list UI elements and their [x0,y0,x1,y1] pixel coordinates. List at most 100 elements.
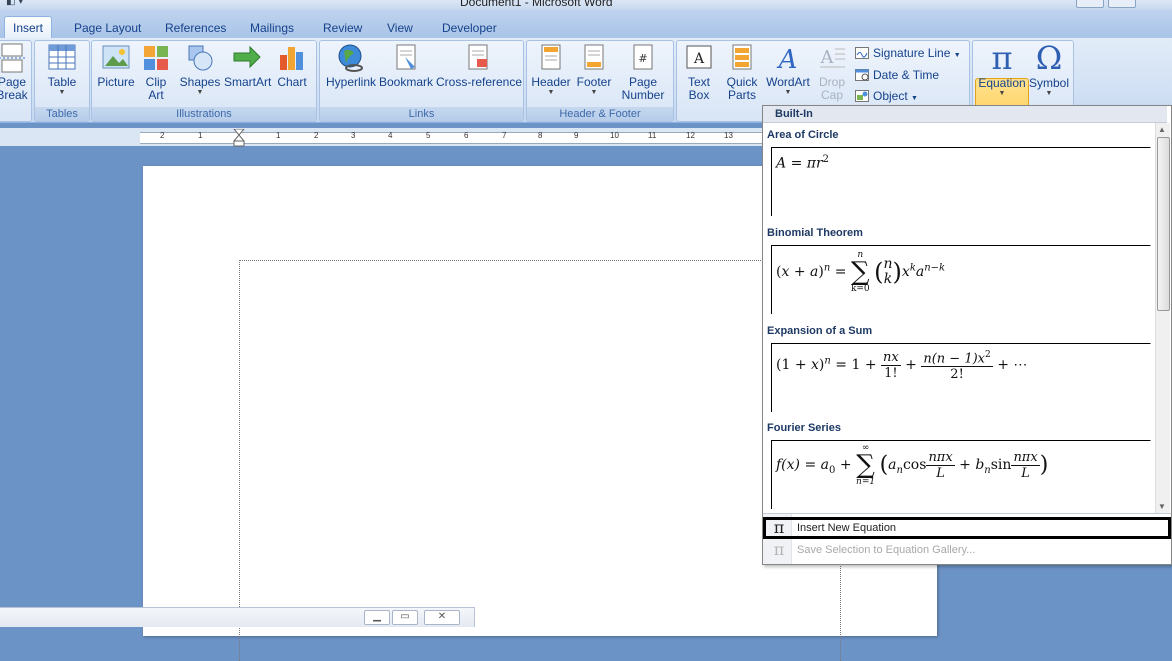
group-links: Hyperlink Bookmark Cross-reference Links [319,40,524,122]
ruler-number: 1 [276,131,281,140]
bookmark-button[interactable]: Bookmark [378,43,434,89]
quick-parts-icon [732,44,752,70]
floating-window-bar: ▁ ▭ ✕ [0,607,475,627]
horizontal-ruler: 2 1 1 2 3 4 5 6 7 8 9 10 11 12 13 [0,128,770,147]
equation-binomial-theorem[interactable]: (x + a)n = n ∑ k=0 (n k)xkan−k [771,245,1151,314]
save-selection-menu-item[interactable]: π Save Selection to Equation Gallery... [763,539,1171,561]
object-button[interactable]: Object ▼ [855,86,918,106]
clip-art-icon [144,46,168,70]
tab-references[interactable]: References [157,18,234,38]
quick-parts-button[interactable]: Quick Parts [721,43,763,102]
ruler-number: 9 [574,131,579,140]
ruler-track: 2 1 1 2 3 4 5 6 7 8 9 10 11 12 13 [140,129,770,147]
quick-parts-label-line2: Parts [727,88,756,102]
clip-art-label-line2: Art [148,88,164,102]
symbol-omega-icon: Ω [1035,39,1063,77]
shapes-dropdown-arrow-icon: ▼ [196,89,204,96]
drop-cap-icon: A [820,47,845,68]
group-tables: Table ▼ Tables [34,40,90,122]
equation-pi-icon: π [991,39,1013,77]
tab-developer[interactable]: Developer [434,18,505,38]
scroll-thumb[interactable] [1157,137,1170,311]
table-dropdown-arrow-icon: ▼ [58,89,66,96]
ruler-number: 4 [388,131,393,140]
object-label: Object [873,89,908,103]
equation-label: Equation [978,76,1026,90]
chart-label: Chart [277,75,307,89]
tab-mailings[interactable]: Mailings [242,18,302,38]
cross-reference-button[interactable]: Cross-reference [436,43,522,89]
group-pages: Page Break [0,40,32,122]
clip-art-button[interactable]: Clip Art [140,43,172,102]
equation-dropdown-arrow-icon: ▼ [998,90,1006,97]
table-icon [48,44,76,70]
save-equation-icon: π [773,540,785,559]
symbol-label: Symbol [1028,76,1069,90]
header-dropdown-arrow-icon: ▼ [547,89,555,96]
ruler-number: 2 [160,131,165,140]
text-box-button[interactable]: A Text Box [679,43,719,102]
bookmark-label: Bookmark [378,75,434,89]
scroll-up-arrow-icon[interactable]: ▲ [1158,125,1166,134]
tab-view[interactable]: View [379,18,421,38]
ruler-number: 6 [464,131,469,140]
shapes-icon [188,45,213,71]
close-button[interactable] [1108,0,1136,8]
minimize-button[interactable] [1076,0,1104,8]
entry-title-expansion-of-a-sum: Expansion of a Sum [767,325,873,337]
hyperlink-button[interactable]: Hyperlink [324,43,378,89]
cross-reference-icon [468,44,488,70]
menu-separator [763,513,1171,514]
table-button[interactable]: Table ▼ [39,43,85,97]
ruler-number: 1 [198,131,203,140]
picture-icon [102,45,130,69]
equation-button[interactable]: π Equation ▼ [976,42,1028,98]
text-boundary [239,260,841,661]
ruler-number: 10 [610,131,619,140]
footer-dropdown-arrow-icon: ▼ [590,89,598,96]
date-time-button[interactable]: Date & Time [855,65,939,85]
gallery-header: Built-In [763,106,1167,123]
footer-button[interactable]: Footer ▼ [573,43,615,97]
restore-icon[interactable]: ▭ [392,610,418,625]
ruler-number: 11 [648,131,657,140]
svg-text:#: # [638,52,647,65]
entry-title-binomial-theorem: Binomial Theorem [767,227,863,239]
text-box-label-line2: Box [688,88,710,102]
chart-button[interactable]: Chart [272,43,312,89]
group-header-footer: Header ▼ Footer ▼ # Page Number Header &… [526,40,674,122]
equation-expansion-of-a-sum[interactable]: (1 + x)n = 1 + nx 1! + n(n − 1)x2 2! + ⋯ [771,343,1151,412]
gallery-list: Area of Circle A = πr2 Binomial Theorem … [763,123,1155,513]
drop-cap-button[interactable]: A Drop Cap [813,43,851,102]
equation-area-of-circle[interactable]: A = πr2 [771,147,1151,216]
ruler-number: 13 [724,131,733,140]
shapes-button[interactable]: Shapes ▼ [178,43,222,97]
header-button[interactable]: Header ▼ [529,43,573,97]
tab-review[interactable]: Review [315,18,370,38]
page-number-button[interactable]: # Page Number [617,43,669,102]
indent-marker-icon[interactable] [233,129,245,147]
group-illustrations: Picture Clip Art Shapes ▼ SmartArt Chart… [91,40,317,122]
wordart-button[interactable]: A WordArt ▼ [763,43,813,97]
tab-insert[interactable]: Insert [4,16,53,39]
close-icon[interactable]: ✕ [424,610,460,625]
symbol-dropdown-arrow-icon: ▼ [1045,90,1053,97]
save-selection-label: Save Selection to Equation Gallery... [797,544,976,556]
page-break-button[interactable]: Page Break [0,43,29,102]
gallery-scrollbar[interactable]: ▲ ▼ [1155,123,1170,513]
smartart-button[interactable]: SmartArt [224,43,271,89]
wordart-icon: A [777,45,798,73]
equation-fourier-series[interactable]: f(x) = a0 + ∞ ∑ n=1 (ancos nπx L + bnsin nπx L… [771,440,1151,509]
minimize-icon[interactable]: ▁ [364,610,390,625]
quick-access-toolbar-icon[interactable]: ◧ ▾ [6,0,23,7]
tab-page-layout[interactable]: Page Layout [66,18,149,38]
shapes-label: Shapes [179,75,221,89]
insert-new-equation-menu-item[interactable]: π Insert New Equation [763,517,1171,539]
symbol-button[interactable]: Ω Symbol ▼ [1026,42,1072,98]
group-label-tables: Tables [35,107,89,121]
scroll-down-arrow-icon[interactable]: ▼ [1158,502,1166,511]
header-label: Header [531,75,571,89]
table-label: Table [47,75,77,89]
picture-button[interactable]: Picture [96,43,136,89]
signature-line-button[interactable]: Signature Line ▼ [855,43,961,63]
